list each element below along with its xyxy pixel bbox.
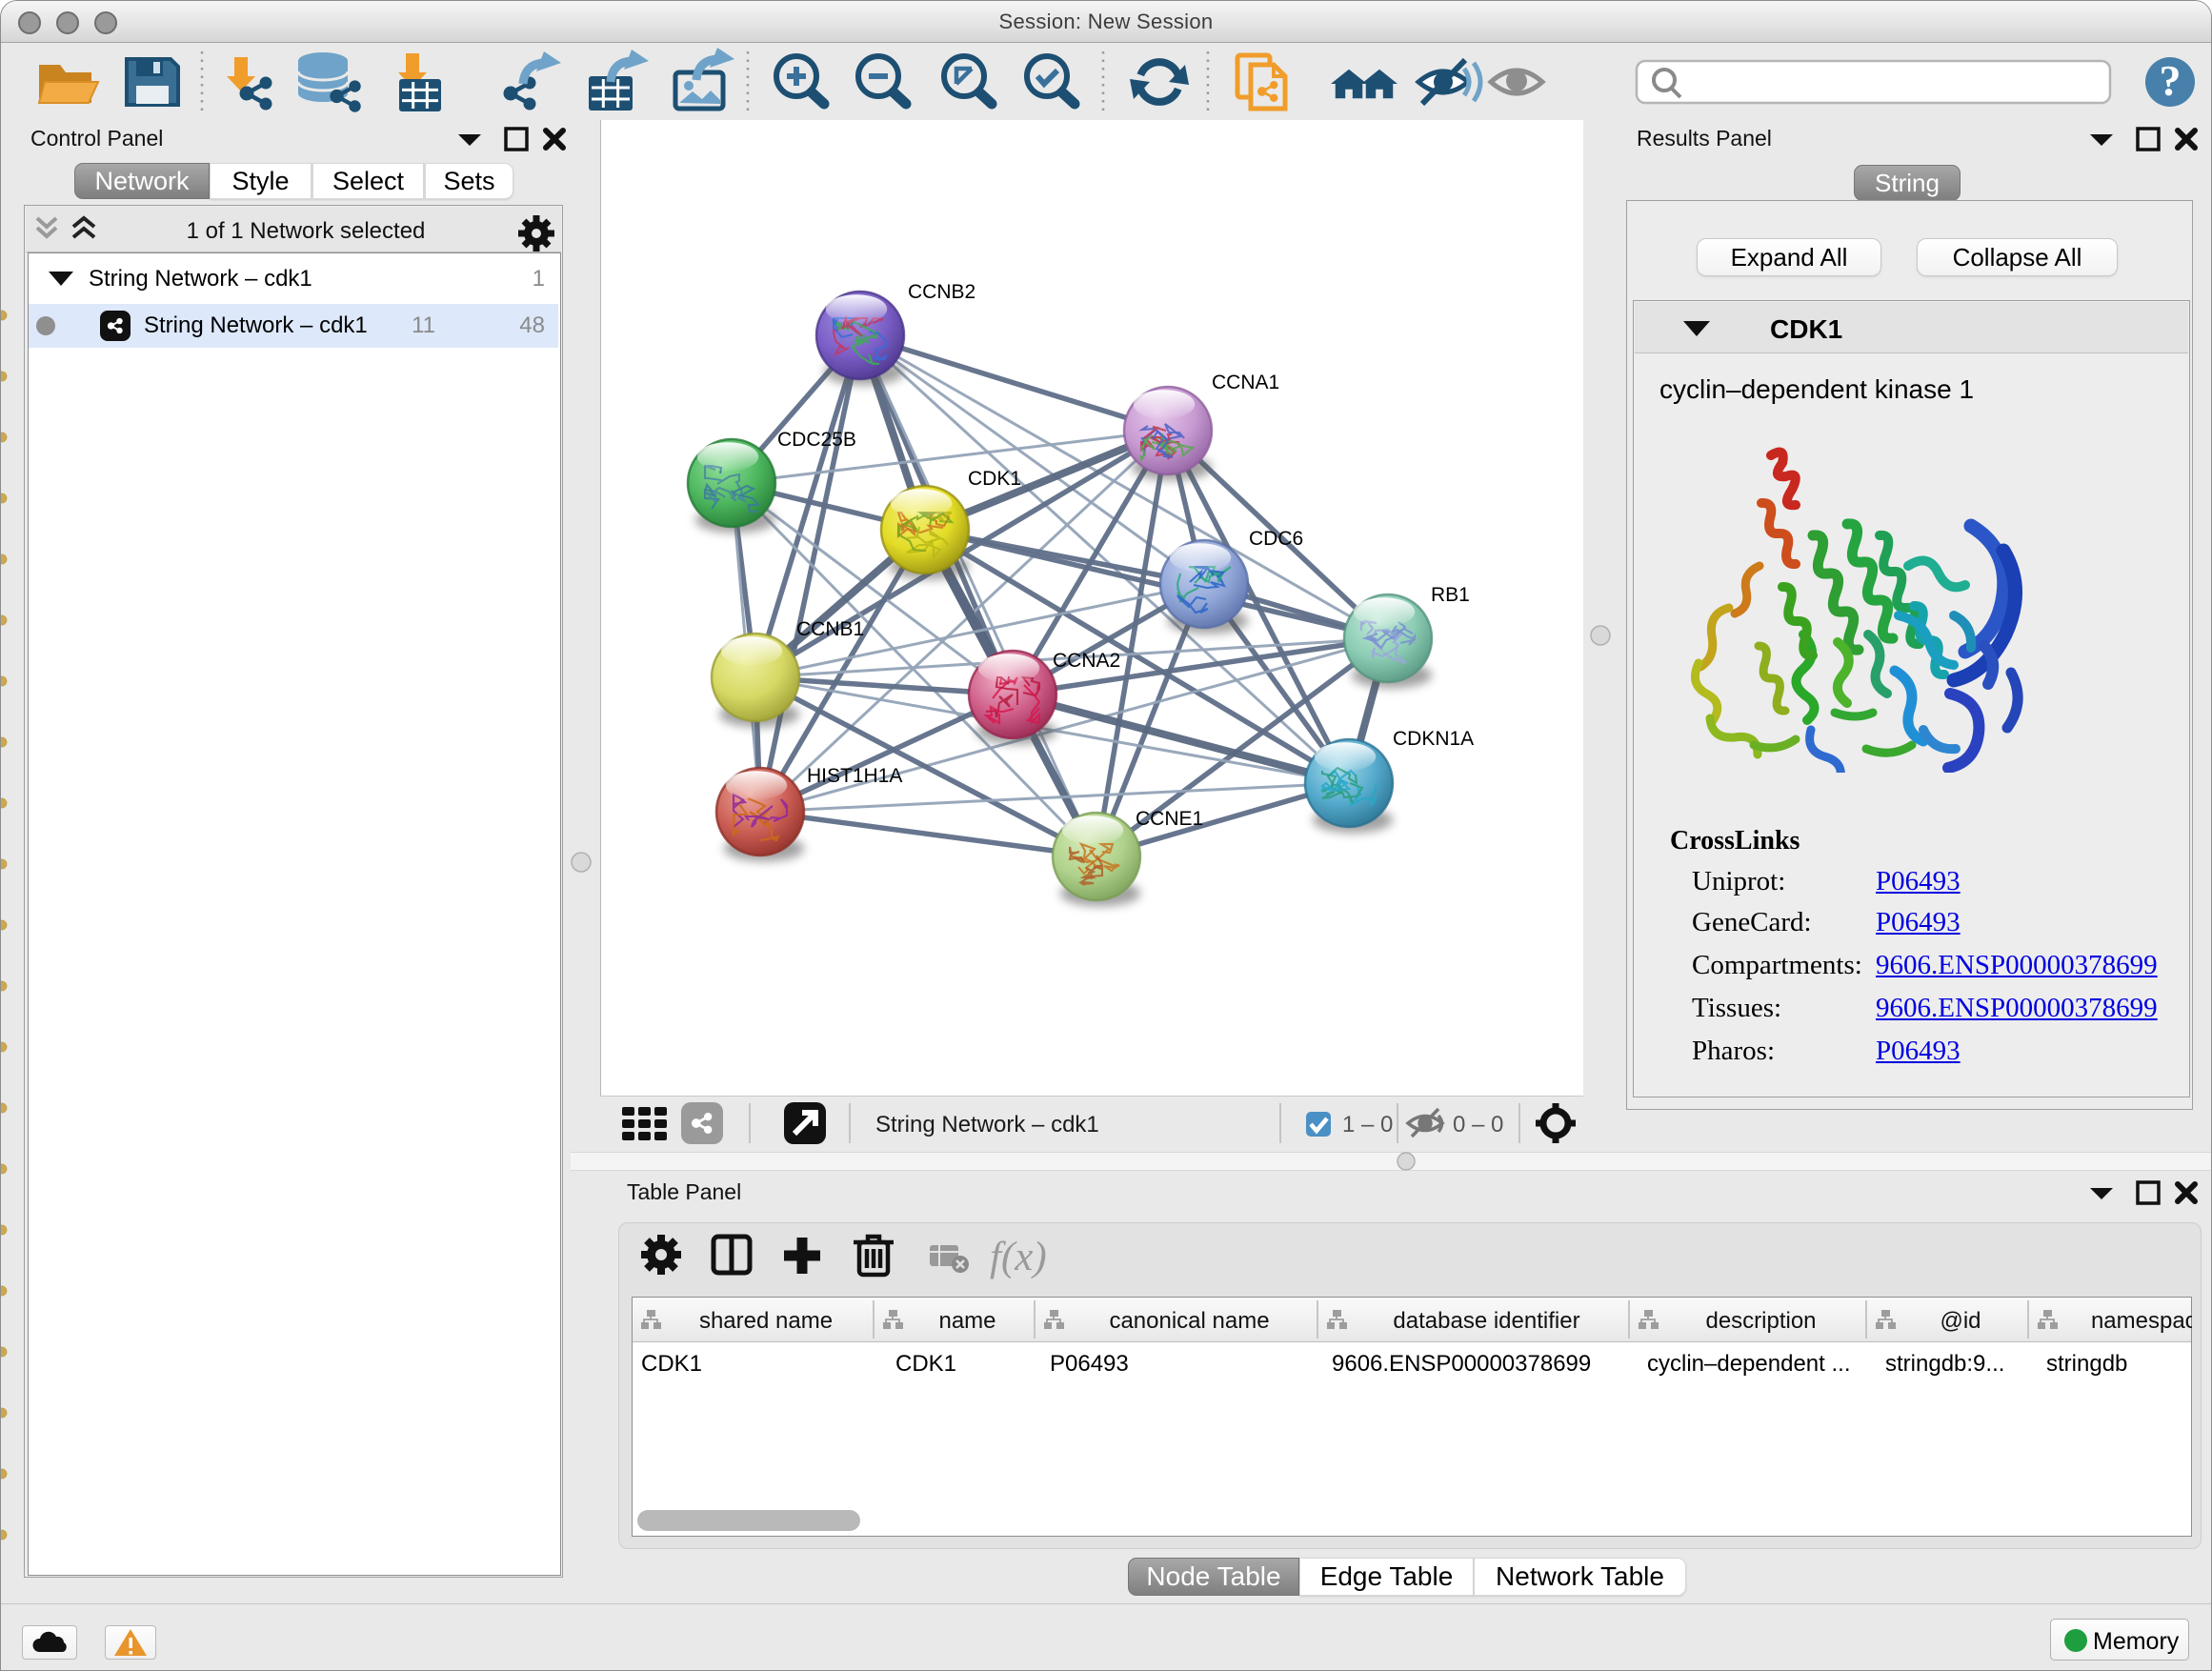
svg-text:?: ? [2160,56,2182,105]
svg-text:CCNA2: CCNA2 [1053,650,1120,672]
svg-text:CCNE1: CCNE1 [1136,808,1203,830]
svg-text:RB1: RB1 [1431,584,1470,606]
svg-text:CDC6: CDC6 [1249,528,1303,550]
svg-text:shared name: shared name [699,1308,833,1334]
svg-text:CDC25B: CDC25B [777,429,856,451]
svg-text:canonical name: canonical name [1109,1308,1269,1334]
svg-text:CCNB2: CCNB2 [908,281,975,303]
svg-text:0 – 0: 0 – 0 [1453,1112,1503,1137]
svg-text:@id: @id [1940,1308,1981,1334]
svg-text:name: name [938,1308,995,1334]
svg-text:CCNA1: CCNA1 [1212,372,1279,393]
svg-text:String Network – cdk1: String Network – cdk1 [875,1112,1099,1137]
svg-text:namespace: namespace [2091,1308,2192,1334]
svg-text:HIST1H1A: HIST1H1A [807,765,902,787]
svg-text:CDK1: CDK1 [968,468,1021,490]
svg-text:CDKN1A: CDKN1A [1393,728,1474,750]
svg-text:f(x): f(x) [990,1235,1047,1279]
svg-text:CCNB1: CCNB1 [796,618,864,640]
svg-text:database identifier: database identifier [1393,1308,1579,1334]
svg-text:1 – 0: 1 – 0 [1342,1112,1393,1137]
svg-text:description: description [1705,1308,1816,1334]
